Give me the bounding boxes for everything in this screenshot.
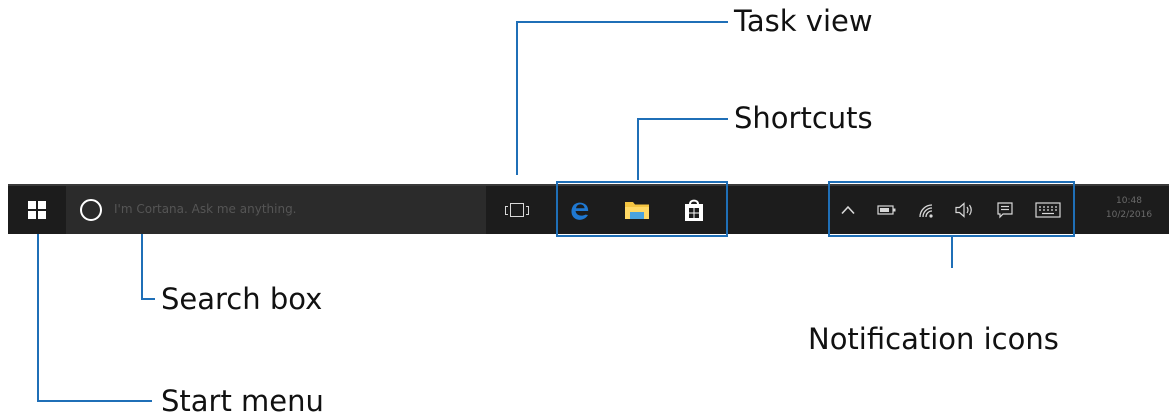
start-button[interactable] <box>8 186 66 234</box>
label-notification-icons: Notification icons <box>808 322 1059 356</box>
clock-time: 10:48 <box>1116 196 1142 206</box>
task-view-icon <box>505 203 529 217</box>
callout-line-notifications-v <box>951 236 953 268</box>
shortcuts-highlight <box>556 181 728 237</box>
clock-date: 10/2/2016 <box>1105 210 1153 220</box>
callout-line-search-v <box>141 234 143 300</box>
callout-line-start-v <box>37 234 39 402</box>
label-shortcuts: Shortcuts <box>734 101 873 135</box>
cortana-circle-icon <box>80 199 102 221</box>
task-view-button[interactable] <box>498 194 536 226</box>
callout-line-search-h <box>141 298 155 300</box>
label-search-box: Search box <box>161 282 323 316</box>
label-task-view: Task view <box>734 4 873 38</box>
callout-line-task-view-h <box>516 21 728 23</box>
callout-line-shortcuts-v <box>637 118 639 180</box>
search-placeholder: I'm Cortana. Ask me anything. <box>114 202 297 216</box>
windows-logo-icon <box>28 201 46 219</box>
system-clock[interactable]: 10:48 10/2/2016 <box>1093 194 1165 222</box>
search-box[interactable]: I'm Cortana. Ask me anything. <box>66 186 486 234</box>
notification-icons-highlight <box>828 181 1075 237</box>
callout-line-shortcuts-h <box>637 118 728 120</box>
label-start-menu: Start menu <box>161 384 324 418</box>
callout-line-start-h <box>37 400 152 402</box>
callout-line-task-view-v <box>516 21 518 175</box>
